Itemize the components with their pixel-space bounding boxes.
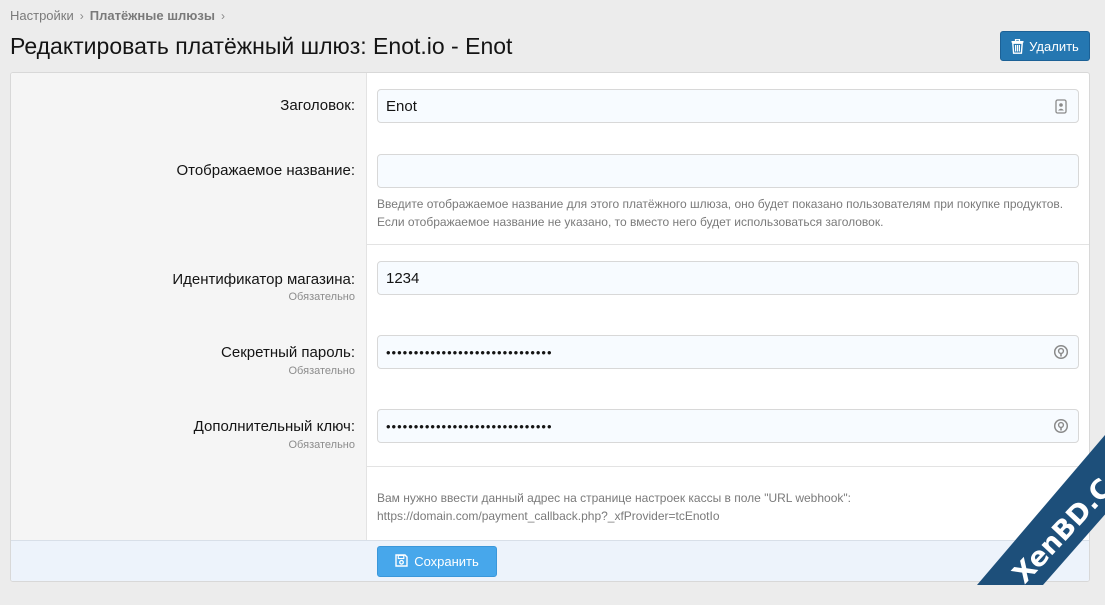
breadcrumb: Настройки › Платёжные шлюзы › xyxy=(10,8,225,23)
title-input-value: Enot xyxy=(386,97,417,115)
form-label-column xyxy=(11,73,367,540)
gateway-edit-form: Заголовок: Enot Отображаемое название: В… xyxy=(10,72,1090,582)
secret-password-input[interactable]: •••••••••••••••••••••••••••••• xyxy=(377,335,1079,369)
display-name-field-label: Отображаемое название: xyxy=(176,162,355,179)
extra-key-input-value: •••••••••••••••••••••••••••••• xyxy=(386,418,553,434)
webhook-url: https://domain.com/payment_callback.php?… xyxy=(377,509,720,523)
save-button-label: Сохранить xyxy=(414,554,479,569)
trash-icon xyxy=(1011,38,1024,54)
form-divider xyxy=(367,466,1089,467)
form-divider xyxy=(367,244,1089,245)
shop-id-field-label: Идентификатор магазина: xyxy=(172,271,355,288)
floppy-disk-icon xyxy=(395,553,408,570)
contact-card-icon[interactable] xyxy=(1052,97,1070,115)
breadcrumb-separator: › xyxy=(79,8,84,23)
password-toggle-icon[interactable] xyxy=(1052,417,1070,435)
shop-id-input-value: 1234 xyxy=(386,269,420,287)
page-title: Редактировать платёжный шлюз: Enot.io - … xyxy=(10,33,513,59)
webhook-note: Вам нужно ввести данный адрес на страниц… xyxy=(377,489,1077,525)
title-input[interactable]: Enot xyxy=(377,89,1079,123)
title-field-label: Заголовок: xyxy=(280,97,355,114)
breadcrumb-settings-link[interactable]: Настройки xyxy=(10,8,74,23)
delete-button[interactable]: Удалить xyxy=(1000,31,1090,61)
extra-key-field-label: Дополнительный ключ: xyxy=(193,418,355,435)
secret-password-field-label: Секретный пароль: xyxy=(221,344,355,361)
extra-key-required-hint: Обязательно xyxy=(288,439,356,451)
save-button[interactable]: Сохранить xyxy=(377,546,497,577)
breadcrumb-separator: › xyxy=(220,8,225,23)
delete-button-label: Удалить xyxy=(1029,38,1079,54)
shop-id-required-hint: Обязательно xyxy=(288,291,356,303)
webhook-note-text: Вам нужно ввести данный адрес на страниц… xyxy=(377,491,851,505)
display-name-input[interactable] xyxy=(377,154,1079,188)
secret-password-required-hint: Обязательно xyxy=(288,365,356,377)
form-submit-row: Сохранить xyxy=(11,540,1089,581)
display-name-explain: Введите отображаемое название для этого … xyxy=(377,197,1064,229)
shop-id-input[interactable]: 1234 xyxy=(377,261,1079,295)
secret-password-input-value: •••••••••••••••••••••••••••••• xyxy=(386,344,553,360)
password-toggle-icon[interactable] xyxy=(1052,343,1070,361)
extra-key-input[interactable]: •••••••••••••••••••••••••••••• xyxy=(377,409,1079,443)
breadcrumb-payment-gateways-link[interactable]: Платёжные шлюзы xyxy=(90,8,215,23)
